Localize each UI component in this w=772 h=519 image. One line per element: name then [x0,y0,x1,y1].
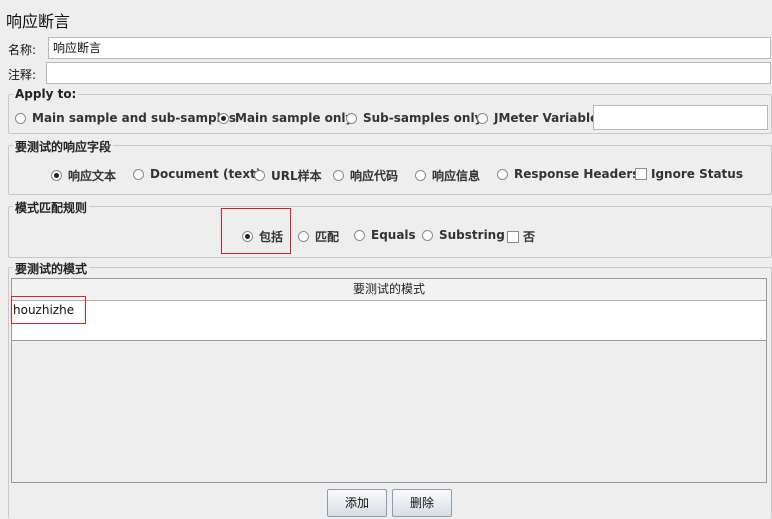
rule-substring-label: Substring [439,228,505,242]
field-response-message-label: 响应信息 [432,169,481,183]
ignore-status-label: Ignore Status [651,167,743,181]
rule-matches-label: 匹配 [315,230,340,244]
comment-label: 注释: [8,68,37,82]
field-document-text-radio[interactable]: Document (text) [133,167,261,181]
field-response-message-radio[interactable]: 响应信息 [415,167,480,184]
delete-button[interactable]: 删除 [392,489,452,517]
field-document-text-label: Document (text) [150,167,262,181]
name-label: 名称: [8,43,37,57]
radio-icon [346,112,357,124]
apply-main-and-sub-label: Main sample and sub-samples [32,111,237,125]
apply-sub-only-label: Sub-samples only [363,111,483,125]
field-response-code-label: 响应代码 [350,169,399,183]
radio-icon [422,229,433,241]
field-response-code-radio[interactable]: 响应代码 [333,167,398,184]
radio-icon [133,168,144,180]
field-response-text-radio[interactable]: 响应文本 [51,167,116,184]
patterns-legend: 要测试的模式 [13,260,90,277]
rule-substring-radio[interactable]: Substring [422,228,505,242]
rule-contains-label: 包括 [259,230,284,244]
radio-selected-icon [218,112,229,124]
radio-icon [477,112,488,124]
field-url-sample-radio[interactable]: URL样本 [254,167,322,184]
add-button[interactable]: 添加 [327,489,387,517]
ignore-status-checkbox[interactable]: Ignore Status [635,167,743,181]
checkbox-icon [507,230,519,243]
panel-title: 响应断言 [6,12,71,31]
comment-field[interactable] [46,62,771,84]
radio-icon [15,112,26,124]
radio-icon [354,229,365,241]
patterns-column-header[interactable]: 要测试的模式 [12,279,766,301]
jmeter-variable-input[interactable] [593,105,768,130]
radio-icon [298,231,309,242]
apply-to-legend: Apply to: [13,87,79,101]
table-row[interactable]: houzhizhe [12,301,766,341]
field-response-headers-radio[interactable]: Response Headers [497,167,639,181]
response-field-legend: 要测试的响应字段 [13,138,114,155]
rule-matches-radio[interactable]: 匹配 [298,228,339,245]
radio-icon [333,170,344,181]
apply-main-only-radio[interactable]: Main sample only [218,111,353,125]
radio-selected-icon [242,231,253,242]
apply-jmeter-variable-label: JMeter Variable [494,111,599,125]
not-label: 否 [523,230,536,244]
radio-icon [415,170,426,181]
apply-jmeter-variable-radio[interactable]: JMeter Variable [477,111,598,125]
field-url-sample-label: URL样本 [271,169,322,183]
apply-main-only-label: Main sample only [235,111,354,125]
field-response-headers-label: Response Headers [514,167,640,181]
rule-equals-radio[interactable]: Equals [354,228,416,242]
not-checkbox[interactable]: 否 [507,228,535,245]
rule-equals-label: Equals [371,228,416,242]
apply-sub-only-radio[interactable]: Sub-samples only [346,111,482,125]
checkbox-icon [635,168,647,180]
radio-icon [497,168,508,180]
apply-main-and-sub-radio[interactable]: Main sample and sub-samples [15,111,236,125]
highlight-box [11,296,86,324]
patterns-table: 要测试的模式 houzhizhe [11,278,767,483]
name-field[interactable]: 响应断言 [48,37,771,59]
rule-contains-radio[interactable]: 包括 [242,228,283,245]
radio-selected-icon [51,170,62,181]
radio-icon [254,170,265,181]
pattern-rules-legend: 模式匹配规则 [13,199,90,216]
field-response-text-label: 响应文本 [68,169,117,183]
